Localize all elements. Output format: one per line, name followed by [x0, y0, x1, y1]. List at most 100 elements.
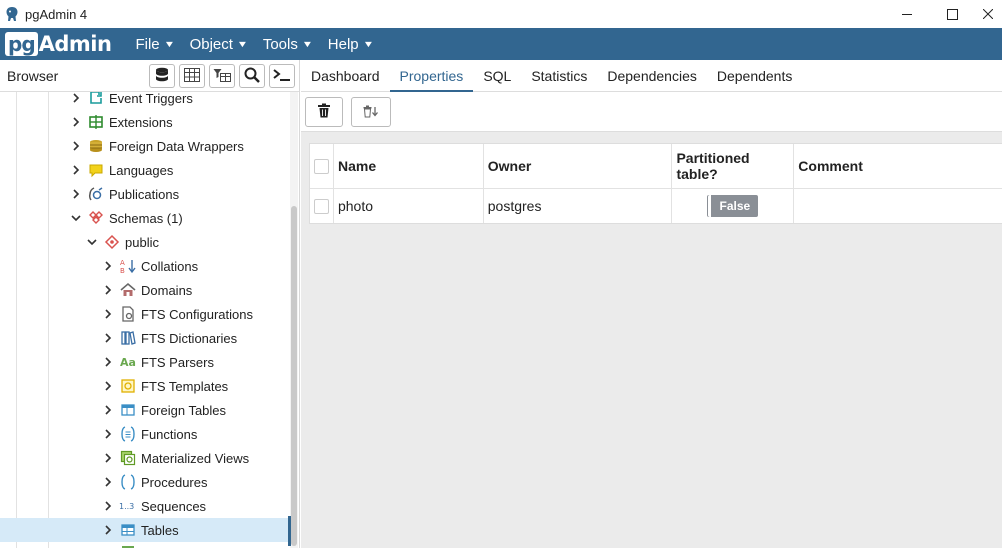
chevron-right-icon[interactable]	[71, 110, 81, 134]
selection-indicator	[288, 516, 291, 546]
materialized-view-icon	[119, 449, 137, 467]
tree-scrollbar-thumb[interactable]	[291, 206, 297, 546]
table-row[interactable]: photo postgres False	[310, 189, 1002, 223]
tree-item-fts-dictionaries[interactable]: FTS Dictionaries	[0, 326, 290, 350]
row-checkbox[interactable]	[314, 198, 329, 214]
minimize-button[interactable]	[884, 0, 930, 28]
column-header-partitioned[interactable]: Partitioned table?	[672, 144, 795, 188]
filter-table-icon	[213, 68, 231, 85]
chevron-right-icon[interactable]	[71, 182, 81, 206]
chevron-right-icon[interactable]	[103, 326, 113, 350]
chevron-down-icon: ▼	[362, 39, 374, 49]
properties-toolbar	[301, 92, 1002, 132]
column-header-name[interactable]: Name	[334, 144, 484, 188]
tree-item-public-schema[interactable]: public	[0, 230, 290, 254]
window-titlebar: pgAdmin 4	[0, 0, 1002, 28]
object-explorer-button[interactable]	[149, 64, 175, 88]
tree-item-functions[interactable]: Functions	[0, 422, 290, 446]
tree-item-domains[interactable]: Domains	[0, 278, 290, 302]
chevron-right-icon[interactable]	[103, 254, 113, 278]
tab-bar: Dashboard Properties SQL Statistics Depe…	[301, 60, 1002, 92]
browser-panel: Browser Event Triggers Extensions Foreig…	[0, 60, 300, 548]
view-data-button[interactable]	[179, 64, 205, 88]
maximize-button[interactable]	[929, 0, 975, 28]
chevron-right-icon[interactable]	[103, 422, 113, 446]
sequence-icon: 1..3	[119, 497, 137, 515]
menu-object[interactable]: Object ▼	[182, 28, 255, 60]
terminal-icon	[273, 68, 291, 85]
svg-text:A: A	[120, 259, 125, 267]
delete-cascade-button[interactable]	[351, 97, 391, 127]
tree-item-procedures[interactable]: Procedures	[0, 470, 290, 494]
tree-item-event-triggers[interactable]: Event Triggers	[0, 92, 290, 110]
tab-dashboard[interactable]: Dashboard	[301, 60, 390, 91]
chevron-right-icon[interactable]	[103, 446, 113, 470]
collation-icon: AB	[119, 257, 137, 275]
fts-configuration-icon	[119, 305, 137, 323]
tree-item-extensions[interactable]: Extensions	[0, 110, 290, 134]
chevron-down-icon[interactable]	[87, 230, 97, 254]
cell-partitioned: False	[672, 189, 795, 223]
tree-item-foreign-tables[interactable]: Foreign Tables	[0, 398, 290, 422]
menu-file[interactable]: File ▼	[127, 28, 181, 60]
foreign-data-wrapper-icon	[87, 137, 105, 155]
event-trigger-icon	[87, 92, 105, 107]
chevron-right-icon[interactable]	[103, 302, 113, 326]
menu-tools[interactable]: Tools ▼	[255, 28, 320, 60]
tab-dependents[interactable]: Dependents	[707, 60, 803, 91]
chevron-right-icon[interactable]	[103, 350, 113, 374]
chevron-down-icon[interactable]	[71, 206, 81, 230]
chevron-right-icon[interactable]	[103, 470, 113, 494]
psql-tool-button[interactable]	[269, 64, 295, 88]
tree-item-fts-templates[interactable]: FTS Templates	[0, 374, 290, 398]
fts-parser-icon: Aa	[119, 353, 137, 371]
tab-statistics[interactable]: Statistics	[521, 60, 597, 91]
close-button[interactable]	[974, 0, 1002, 28]
chevron-right-icon[interactable]	[103, 278, 113, 302]
tree-item-schemas[interactable]: Schemas (1)	[0, 206, 290, 230]
browser-header: Browser	[0, 60, 299, 92]
database-icon	[155, 67, 169, 86]
chevron-down-icon: ▼	[236, 39, 249, 49]
pgadmin-logo: pg Admin	[5, 31, 112, 57]
tree-item-languages[interactable]: Languages	[0, 158, 290, 182]
filtered-rows-button[interactable]	[209, 64, 235, 88]
tree-item-tables[interactable]: Tables	[0, 518, 290, 542]
row-select-cell	[310, 189, 334, 223]
search-objects-button[interactable]	[239, 64, 265, 88]
menubar: pg Admin File ▼ Object ▼ Tools ▼ Help ▼	[0, 28, 1002, 60]
tree-item-fts-configurations[interactable]: FTS Configurations	[0, 302, 290, 326]
chevron-right-icon[interactable]	[103, 494, 113, 518]
tab-dependencies[interactable]: Dependencies	[597, 60, 707, 91]
language-icon	[87, 161, 105, 179]
column-header-comment[interactable]: Comment	[794, 144, 1002, 188]
menu-help[interactable]: Help ▼	[320, 28, 381, 60]
tree-item-partial	[0, 542, 290, 548]
window-title: pgAdmin 4	[25, 6, 88, 22]
tree-item-sequences[interactable]: 1..3 Sequences	[0, 494, 290, 518]
chevron-right-icon[interactable]	[103, 518, 113, 542]
chevron-right-icon[interactable]	[71, 158, 81, 182]
table-icon	[119, 521, 137, 539]
tree-item-publications[interactable]: Publications	[0, 182, 290, 206]
chevron-right-icon[interactable]	[71, 134, 81, 158]
delete-button[interactable]	[305, 97, 343, 127]
cell-owner: postgres	[484, 189, 673, 223]
fts-template-icon	[119, 377, 137, 395]
tab-properties[interactable]: Properties	[389, 60, 474, 92]
column-header-owner[interactable]: Owner	[484, 144, 673, 188]
chevron-right-icon[interactable]	[71, 92, 81, 110]
fts-dictionary-icon	[119, 329, 137, 347]
select-all-checkbox[interactable]	[314, 158, 329, 174]
tree-item-materialized-views[interactable]: Materialized Views	[0, 446, 290, 470]
trash-cascade-icon	[362, 104, 380, 121]
chevron-right-icon[interactable]	[103, 374, 113, 398]
browser-title: Browser	[7, 67, 59, 84]
tree-item-fts-parsers[interactable]: Aa FTS Parsers	[0, 350, 290, 374]
tree-item-foreign-data-wrappers[interactable]: Foreign Data Wrappers	[0, 134, 290, 158]
chevron-right-icon[interactable]	[103, 398, 113, 422]
tab-sql[interactable]: SQL	[473, 60, 521, 91]
cell-comment	[794, 189, 1002, 223]
object-tree: Event Triggers Extensions Foreign Data W…	[0, 92, 290, 548]
tree-item-collations[interactable]: AB Collations	[0, 254, 290, 278]
